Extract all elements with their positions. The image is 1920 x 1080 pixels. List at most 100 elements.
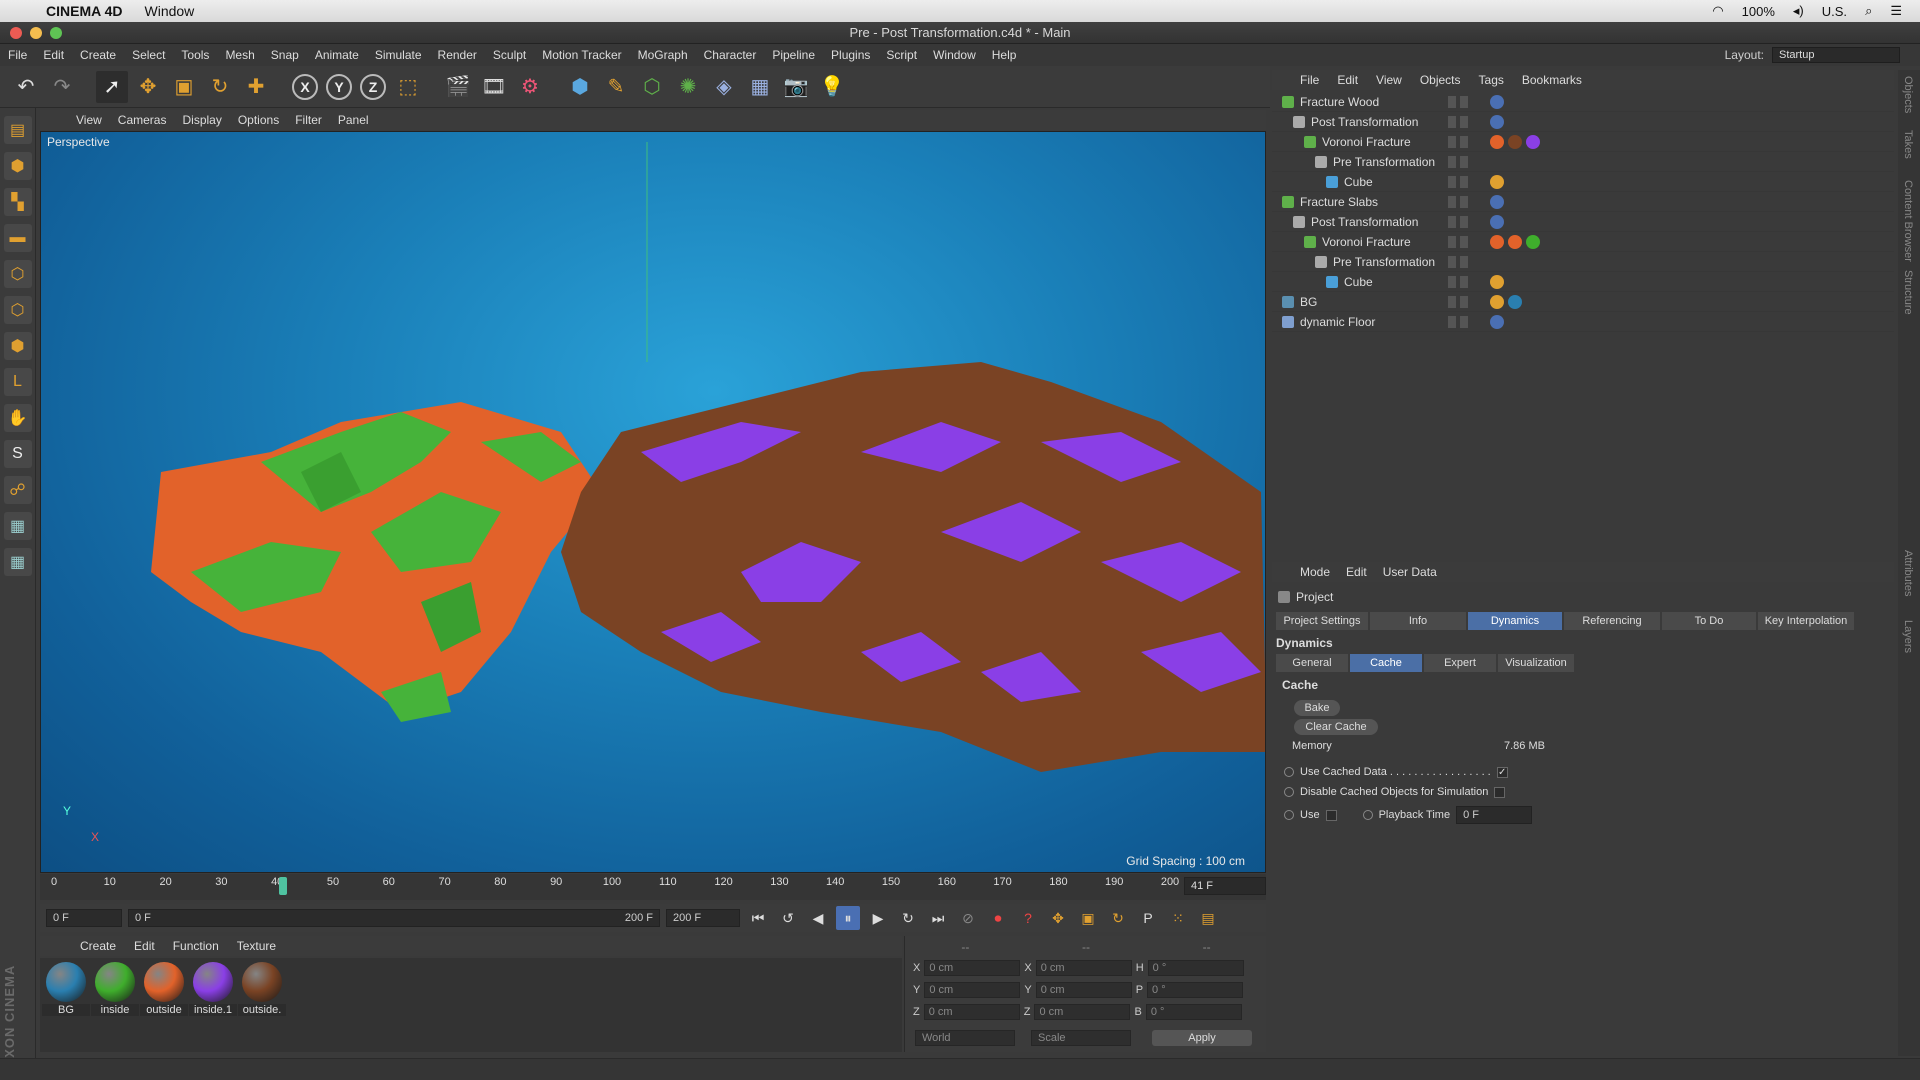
editor-visibility-toggle[interactable]: [1448, 215, 1456, 228]
attribute-menu-user-data[interactable]: User Data: [1383, 565, 1437, 579]
menu-tools[interactable]: Tools: [173, 48, 217, 62]
notification-center-icon[interactable]: ☰: [1890, 3, 1902, 19]
key-rotation-icon[interactable]: ↻: [1106, 906, 1130, 930]
size-field[interactable]: 0 cm: [1035, 982, 1132, 998]
model-mode-icon[interactable]: ⬢: [3, 152, 32, 180]
axis-mode-icon[interactable]: L: [3, 368, 32, 396]
object-row[interactable]: Post Transformation: [1272, 112, 1894, 132]
move-tool-icon[interactable]: ✥: [132, 71, 164, 103]
visibility-toggles[interactable]: [1448, 275, 1488, 288]
viewport-menu-cameras[interactable]: Cameras: [118, 113, 167, 127]
render-visibility-toggle[interactable]: [1460, 235, 1468, 248]
grid-workplane-icon[interactable]: ▦: [3, 512, 32, 540]
material-preview[interactable]: [193, 962, 233, 1002]
key-position-icon[interactable]: ✥: [1046, 906, 1070, 930]
next-key-icon[interactable]: ↻: [896, 906, 920, 930]
object-name-cell[interactable]: Voronoi Fracture: [1304, 135, 1411, 149]
visibility-toggles[interactable]: [1448, 195, 1488, 208]
z-axis-lock-icon[interactable]: Z: [360, 73, 386, 100]
render-settings-icon[interactable]: ⚙: [514, 71, 546, 103]
menu-window[interactable]: Window: [925, 48, 984, 62]
workplane-lock-icon[interactable]: ☍: [3, 476, 32, 504]
object-name-cell[interactable]: Voronoi Fracture: [1304, 235, 1411, 249]
key-pla-icon[interactable]: ⁙: [1166, 906, 1190, 930]
render-visibility-toggle[interactable]: [1460, 135, 1468, 148]
object-name-cell[interactable]: BG: [1282, 295, 1317, 309]
workplane-mode-icon[interactable]: ▬: [3, 224, 32, 252]
object-tag-icon[interactable]: [1508, 234, 1522, 249]
render-visibility-toggle[interactable]: [1460, 275, 1468, 288]
scale-tool-icon[interactable]: ▣: [168, 71, 200, 103]
volume-icon[interactable]: ◂): [1793, 3, 1804, 19]
animate-radio[interactable]: [1284, 767, 1294, 777]
object-row[interactable]: Post Transformation: [1272, 212, 1894, 232]
wifi-icon[interactable]: ◠: [1712, 3, 1723, 19]
material-menu-texture[interactable]: Texture: [237, 939, 276, 953]
size-field[interactable]: 0 cm: [1034, 1004, 1131, 1020]
use-checkbox[interactable]: [1325, 809, 1337, 821]
clear-cache-button[interactable]: Clear Cache: [1294, 719, 1378, 735]
menu-create[interactable]: Create: [72, 48, 124, 62]
material-preview[interactable]: [242, 962, 282, 1002]
object-tag-icon[interactable]: [1490, 314, 1504, 329]
viewport-menu-panel[interactable]: Panel: [338, 113, 369, 127]
viewport-menu-display[interactable]: Display: [182, 113, 221, 127]
tab-to-do[interactable]: To Do: [1662, 612, 1756, 630]
visibility-toggles[interactable]: [1448, 95, 1488, 108]
visibility-toggles[interactable]: [1448, 235, 1488, 248]
editor-visibility-toggle[interactable]: [1448, 275, 1456, 288]
subtab-cache[interactable]: Cache: [1350, 654, 1422, 672]
timeline-playhead[interactable]: [278, 877, 287, 895]
material-menu-create[interactable]: Create: [80, 939, 116, 953]
undo-icon[interactable]: ↶: [10, 71, 42, 103]
start-frame-field[interactable]: 0 F: [46, 909, 122, 927]
object-menu-tags[interactable]: Tags: [1479, 73, 1504, 87]
subtab-expert[interactable]: Expert: [1424, 654, 1496, 672]
use-cached-data-checkbox[interactable]: ✓: [1496, 766, 1508, 778]
editor-visibility-toggle[interactable]: [1448, 315, 1456, 328]
editor-visibility-toggle[interactable]: [1448, 95, 1456, 108]
object-row[interactable]: Pre Transformation: [1272, 152, 1894, 172]
tab-dynamics[interactable]: Dynamics: [1468, 612, 1562, 630]
object-row[interactable]: Fracture Slabs: [1272, 192, 1894, 212]
render-visibility-toggle[interactable]: [1460, 175, 1468, 188]
render-visibility-toggle[interactable]: [1460, 195, 1468, 208]
menu-render[interactable]: Render: [430, 48, 485, 62]
pen-spline-icon[interactable]: ✎: [600, 71, 632, 103]
material-swatch[interactable]: outside: [140, 962, 188, 1016]
side-tab-attributes[interactable]: Attributes: [1902, 550, 1914, 596]
side-tab-layers[interactable]: Layers: [1902, 620, 1914, 653]
visibility-toggles[interactable]: [1448, 155, 1488, 168]
object-row[interactable]: Cube: [1272, 272, 1894, 292]
object-tag-icon[interactable]: [1490, 274, 1504, 289]
object-row[interactable]: Cube: [1272, 172, 1894, 192]
timeline-window-icon[interactable]: ▤: [1196, 906, 1220, 930]
object-name-cell[interactable]: Post Transformation: [1293, 215, 1418, 229]
position-field[interactable]: 0 cm: [924, 982, 1021, 998]
position-field[interactable]: 0 cm: [924, 960, 1021, 976]
object-menu-view[interactable]: View: [1376, 73, 1402, 87]
render-visibility-toggle[interactable]: [1460, 155, 1468, 168]
object-tag-icon[interactable]: [1490, 134, 1504, 149]
key-scale-icon[interactable]: ▣: [1076, 906, 1100, 930]
add-tool-icon[interactable]: ✚: [240, 71, 272, 103]
current-frame-field[interactable]: 41 F: [1184, 877, 1266, 895]
zoom-window-button[interactable]: [50, 27, 62, 39]
solo-mode-icon[interactable]: ▦: [3, 548, 32, 576]
attribute-menu-mode[interactable]: Mode: [1300, 565, 1330, 579]
playback-time-field[interactable]: 0 F: [1456, 806, 1533, 824]
object-row[interactable]: Pre Transformation: [1272, 252, 1894, 272]
animate-radio[interactable]: [1284, 787, 1294, 797]
side-tab-takes[interactable]: Takes: [1902, 130, 1914, 159]
scene-floor-icon[interactable]: ▦: [744, 71, 776, 103]
menu-mograph[interactable]: MoGraph: [630, 48, 696, 62]
object-menu-file[interactable]: File: [1300, 73, 1319, 87]
side-tab-objects[interactable]: Objects: [1902, 76, 1914, 113]
rotation-field[interactable]: 0 °: [1147, 960, 1244, 976]
object-tag-icon[interactable]: [1508, 134, 1522, 149]
points-mode-icon[interactable]: ⬡: [3, 260, 32, 288]
menu-animate[interactable]: Animate: [307, 48, 367, 62]
visibility-toggles[interactable]: [1448, 255, 1488, 268]
camera-icon[interactable]: 📷: [780, 71, 812, 103]
disable-cached-checkbox[interactable]: [1494, 786, 1506, 798]
